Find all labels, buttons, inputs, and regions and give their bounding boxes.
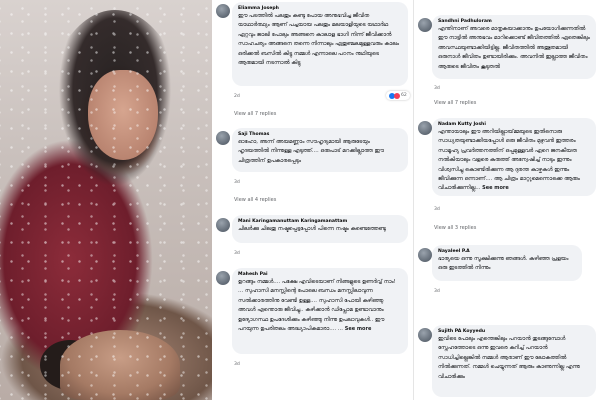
comment-text-body: ഉറങ്ങും നമ്മൾ.... പക്ഷേ എവിടെയാണ് നിങ്ങള… [238, 279, 396, 333]
comment-text: ചിലർക്കു ചിലതു നഷ്ടപ്പെട്ടപ്പോൾ പിന്നെ ന… [238, 226, 386, 232]
comment-author[interactable]: Mani Karingamanuttam Karingamanattam [238, 218, 402, 225]
comment-text-body: എന്തായാലും ഈ അറിയില്ലായ്‌മ്മയുടെ ഇതിനൊരു… [438, 129, 580, 192]
avatar[interactable] [216, 271, 230, 285]
view-replies-link[interactable]: View all 4 replies [234, 197, 276, 203]
comment-text: ഇവിടെ പോലും എന്തെങ്കിലും പറയാൻ തുടങ്ങുമ്… [438, 336, 580, 380]
post-photo[interactable] [0, 0, 212, 400]
comment-text: ഈ പടത്തിൽ പലതും കണ്ടു പോയ അനുഭവിച്ച ജീവി… [238, 13, 399, 67]
avatar[interactable] [418, 248, 432, 262]
avatar[interactable] [418, 121, 432, 135]
comment-author[interactable]: Sujith PA Koyyedu [438, 328, 590, 335]
comment-time[interactable]: 2d [234, 94, 240, 99]
comment-text: എന്തിനാണ് അവരെ മാതൃകയാക്കാനും ഉപയോഗിക്കു… [438, 26, 590, 70]
comment-text: ഓഹോ, അന്ന് അയമണ്ണാം സൗഹൃദ്യമായി ആരുടേയും… [238, 139, 384, 164]
comment-author[interactable]: Nadam Kutty Joshi [438, 121, 590, 128]
comment-text: ഭാര്യയെ ഒന്നു സൂക്ഷിക്കുന്നു ഞങ്ങൾ. കഴിഞ… [438, 256, 569, 272]
comment-author[interactable]: Saji Thomas [238, 131, 402, 138]
love-icon [394, 92, 400, 99]
comment-time[interactable]: 3d [234, 180, 240, 185]
comment-time[interactable]: 3d [234, 362, 240, 367]
view-replies-link[interactable]: View all 3 replies [434, 225, 476, 231]
comment-time[interactable]: 3d [434, 207, 440, 212]
comment-bubble: Mahesh Pai ഉറങ്ങും നമ്മൾ.... പക്ഷേ എവിടെ… [232, 268, 408, 354]
comment-author[interactable]: Eliamma Joseph [238, 5, 402, 12]
reaction-number: 62 [401, 93, 407, 98]
comment-time[interactable]: 3d [434, 86, 440, 91]
view-replies-link[interactable]: View all 7 replies [234, 111, 276, 117]
comment-bubble: Sujith PA Koyyedu ഇവിടെ പോലും എന്തെങ്കില… [432, 325, 596, 397]
reaction-count[interactable]: 62 [386, 91, 410, 100]
photo-sparkle-overlay [0, 0, 212, 400]
comment-author[interactable]: Mahesh Pai [238, 271, 402, 278]
comment-time[interactable]: 3d [434, 289, 440, 294]
avatar[interactable] [216, 4, 230, 18]
avatar[interactable] [418, 328, 432, 342]
comment-author[interactable]: Nayaleel P.A [438, 248, 576, 255]
comment-author[interactable]: Sandhni Padhuloram [438, 18, 590, 25]
see-more-link[interactable]: See more [482, 185, 509, 191]
comments-column-middle: Eliamma Joseph ഈ പടത്തിൽ പലതും കണ്ടു പോയ… [212, 0, 412, 400]
comment-bubble: Nadam Kutty Joshi എന്തായാലും ഈ അറിയില്ലാ… [432, 118, 596, 196]
avatar[interactable] [216, 131, 230, 145]
comment-bubble: Saji Thomas ഓഹോ, അന്ന് അയമണ്ണാം സൗഹൃദ്യമ… [232, 128, 408, 172]
comment-text: എന്തായാലും ഈ അറിയില്ലായ്‌മ്മയുടെ ഇതിനൊരു… [438, 128, 590, 194]
see-more-link[interactable]: See more [345, 326, 372, 332]
comment-bubble: Mani Karingamanuttam Karingamanattam ചില… [232, 215, 408, 243]
avatar[interactable] [418, 18, 432, 32]
comment-time[interactable]: 3d [234, 251, 240, 256]
avatar[interactable] [216, 218, 230, 232]
comments-column-right: Sandhni Padhuloram എന്തിനാണ് അവരെ മാതൃകയ… [414, 0, 600, 400]
comment-bubble: Sandhni Padhuloram എന്തിനാണ് അവരെ മാതൃകയ… [432, 15, 596, 79]
comment-bubble: Eliamma Joseph ഈ പടത്തിൽ പലതും കണ്ടു പോയ… [232, 2, 408, 86]
comment-bubble: Nayaleel P.A ഭാര്യയെ ഒന്നു സൂക്ഷിക്കുന്ന… [432, 245, 582, 281]
comment-text: ഉറങ്ങും നമ്മൾ.... പക്ഷേ എവിടെയാണ് നിങ്ങള… [238, 278, 402, 334]
view-replies-link[interactable]: View all 7 replies [434, 100, 476, 106]
